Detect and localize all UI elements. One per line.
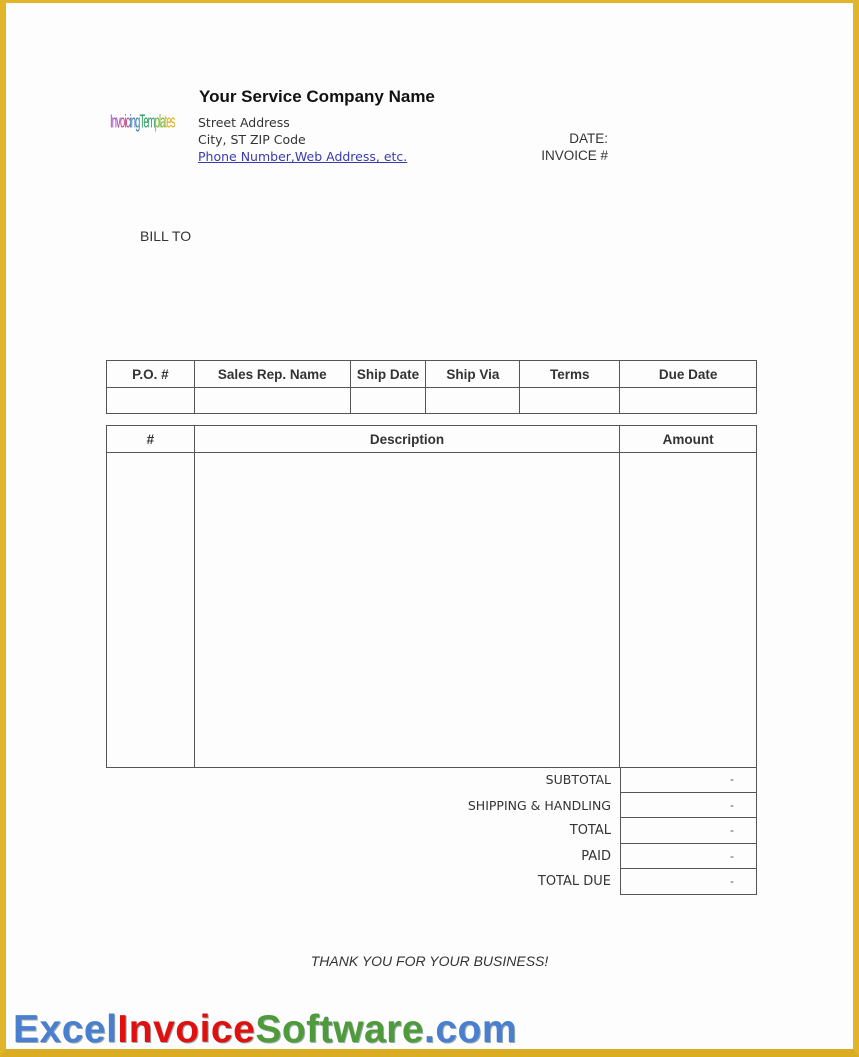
amount-column[interactable] bbox=[619, 452, 757, 768]
paid-value: - bbox=[730, 848, 734, 863]
line-items-table: # Description Amount bbox=[106, 425, 757, 768]
street-address[interactable]: Street Address bbox=[198, 115, 290, 130]
date-label: DATE: bbox=[569, 131, 608, 146]
description-column[interactable] bbox=[193, 452, 621, 768]
totals-section: SUBTOTAL - SHIPPING & HANDLING - TOTAL -… bbox=[440, 767, 757, 895]
order-info-value-row bbox=[106, 387, 757, 414]
shipping-label: SHIPPING & HANDLING bbox=[467, 797, 611, 813]
header-po-number: P.O. # bbox=[106, 360, 195, 388]
total-due-cell[interactable]: - bbox=[620, 869, 757, 895]
paid-row: PAID - bbox=[440, 843, 757, 869]
logo-part: pla bbox=[154, 111, 166, 133]
total-value: - bbox=[730, 823, 734, 837]
total-label: TOTAL bbox=[569, 823, 611, 838]
logo-part: Inv bbox=[110, 111, 121, 133]
logo-part: tes bbox=[164, 111, 176, 133]
header-due-date: Due Date bbox=[619, 360, 757, 388]
brand-part: Invoice bbox=[117, 1008, 256, 1051]
header-sales-rep: Sales Rep. Name bbox=[193, 360, 351, 388]
line-items-header-row: # Description Amount bbox=[106, 425, 757, 453]
total-due-row: TOTAL DUE - bbox=[440, 869, 757, 895]
brand-part: .com bbox=[424, 1008, 518, 1051]
invoicing-templates-logo: InvoicingTemplates bbox=[110, 111, 175, 146]
terms-cell[interactable] bbox=[519, 387, 621, 414]
sales-rep-cell[interactable] bbox=[193, 387, 351, 414]
shipping-value: - bbox=[730, 797, 734, 812]
po-number-cell[interactable] bbox=[106, 387, 195, 414]
due-date-cell[interactable] bbox=[619, 387, 757, 414]
logo-part: ing bbox=[129, 111, 140, 133]
header-description: Description bbox=[193, 425, 621, 453]
subtotal-value: - bbox=[730, 772, 734, 786]
company-name[interactable]: Your Service Company Name bbox=[199, 87, 435, 107]
brand-part: Software bbox=[255, 1008, 425, 1051]
shipping-cell[interactable]: - bbox=[620, 792, 757, 818]
ship-date-cell[interactable] bbox=[349, 387, 427, 414]
header-ship-via: Ship Via bbox=[425, 360, 521, 388]
header-item-number: # bbox=[106, 425, 195, 453]
order-info-table: P.O. # Sales Rep. Name Ship Date Ship Vi… bbox=[106, 360, 757, 414]
subtotal-cell[interactable]: - bbox=[620, 767, 757, 793]
total-due-value: - bbox=[730, 874, 734, 888]
logo-part: oic bbox=[119, 111, 130, 133]
total-due-label: TOTAL DUE bbox=[537, 874, 611, 889]
thank-you-message: THANK YOU FOR YOUR BUSINESS! bbox=[310, 953, 549, 969]
subtotal-row: SUBTOTAL - bbox=[440, 767, 757, 793]
city-state-zip[interactable]: City, ST ZIP Code bbox=[198, 132, 306, 147]
shipping-row: SHIPPING & HANDLING - bbox=[440, 792, 757, 818]
subtotal-label: SUBTOTAL bbox=[545, 772, 611, 787]
ship-via-cell[interactable] bbox=[425, 387, 521, 414]
header-terms: Terms bbox=[519, 360, 621, 388]
paid-label: PAID bbox=[581, 848, 611, 864]
header-ship-date: Ship Date bbox=[349, 360, 427, 388]
order-info-header-row: P.O. # Sales Rep. Name Ship Date Ship Vi… bbox=[106, 360, 757, 388]
paid-cell[interactable]: - bbox=[620, 843, 757, 869]
header-amount: Amount bbox=[619, 425, 757, 453]
invoice-number-label: INVOICE # bbox=[541, 148, 608, 163]
total-row: TOTAL - bbox=[440, 818, 757, 844]
logo-part: Tem bbox=[139, 111, 155, 133]
total-cell[interactable]: - bbox=[620, 818, 757, 844]
excel-invoice-software-watermark: ExcelInvoiceSoftware.com bbox=[13, 1008, 517, 1052]
bill-to-label: BILL TO bbox=[140, 228, 192, 244]
contact-link[interactable]: Phone Number,Web Address, etc. bbox=[198, 149, 407, 164]
brand-part: Excel bbox=[13, 1008, 118, 1051]
line-items-body-row bbox=[106, 452, 757, 768]
item-number-column[interactable] bbox=[106, 452, 195, 768]
